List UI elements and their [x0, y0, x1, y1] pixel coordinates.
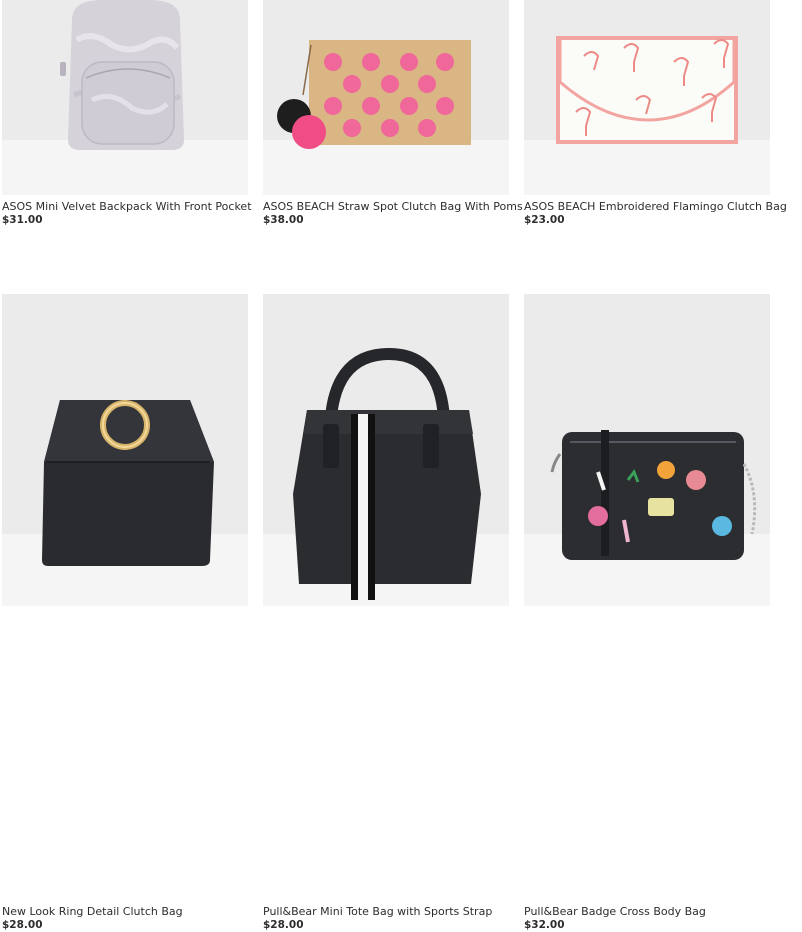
product-name[interactable]: ASOS BEACH Straw Spot Clutch Bag With Po…	[263, 200, 523, 213]
product-price: $31.00	[2, 214, 43, 226]
product-name[interactable]: ASOS BEACH Embroidered Flamingo Clutch B…	[524, 200, 787, 213]
product-grid: ASOS Mini Velvet Backpack With Front Poc…	[0, 0, 802, 931]
product-name[interactable]: Pull&Bear Mini Tote Bag with Sports Stra…	[263, 905, 492, 918]
product-price: $23.00	[524, 214, 565, 226]
product-price: $32.00	[524, 919, 565, 931]
product-image-flamingo-clutch[interactable]	[524, 0, 770, 195]
product-image-ring-clutch[interactable]	[2, 294, 248, 606]
product-image-backpack[interactable]	[2, 0, 248, 195]
product-name[interactable]: New Look Ring Detail Clutch Bag	[2, 905, 183, 918]
product-image-tote-bag[interactable]	[263, 294, 509, 606]
product-image-straw-clutch[interactable]	[263, 0, 509, 195]
product-price: $28.00	[2, 919, 43, 931]
product-image-badge-crossbody[interactable]	[524, 294, 770, 606]
product-price: $38.00	[263, 214, 304, 226]
product-name[interactable]: ASOS Mini Velvet Backpack With Front Poc…	[2, 200, 252, 213]
product-price: $28.00	[263, 919, 304, 931]
product-name[interactable]: Pull&Bear Badge Cross Body Bag	[524, 905, 706, 918]
